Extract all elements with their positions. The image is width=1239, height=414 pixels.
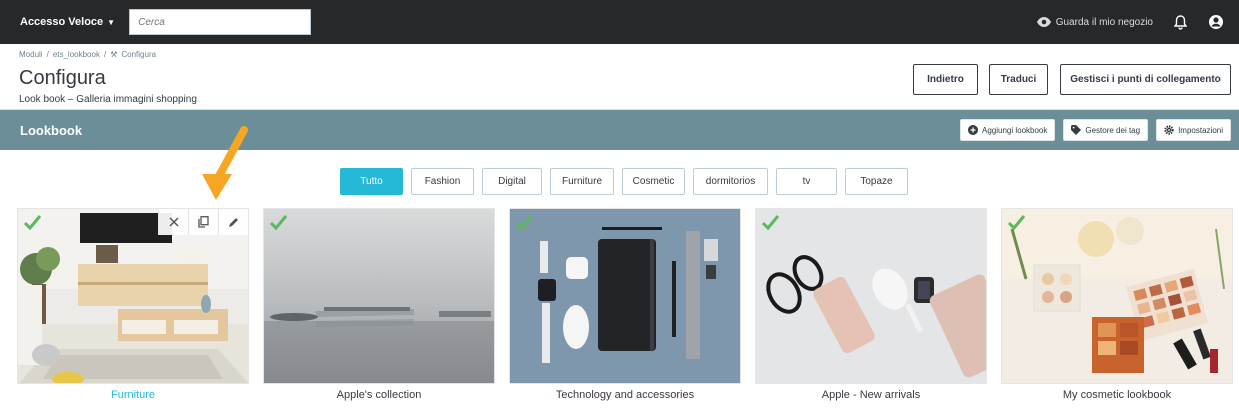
- lookbook-card[interactable]: My cosmetic lookbook: [1001, 208, 1233, 405]
- bell-icon[interactable]: [1171, 13, 1189, 31]
- duplicate-button[interactable]: [188, 209, 218, 235]
- check-icon: [269, 215, 288, 231]
- filter-tv[interactable]: tv: [776, 168, 837, 195]
- gear-icon: [1164, 125, 1174, 135]
- user-account-icon[interactable]: [1207, 13, 1225, 31]
- back-button[interactable]: Indietro: [913, 64, 978, 95]
- plus-circle-icon: [967, 125, 978, 135]
- edit-button[interactable]: [218, 209, 248, 235]
- filter-cosmetic[interactable]: Cosmetic: [622, 168, 685, 195]
- check-icon: [761, 215, 780, 231]
- card-caption[interactable]: Technology and accessories: [509, 389, 741, 405]
- card-caption[interactable]: My cosmetic lookbook: [1001, 389, 1233, 405]
- card-caption[interactable]: Apple - New arrivals: [755, 389, 987, 405]
- breadcrumb-current: Configura: [121, 50, 157, 59]
- wrench-icon: ⚒: [110, 50, 118, 59]
- tag-manager-button[interactable]: Gestore dei tag: [1063, 119, 1149, 141]
- filter-topaze[interactable]: Topaze: [845, 168, 908, 195]
- filter-dormitorios[interactable]: dormitorios: [693, 168, 768, 195]
- lookbook-card[interactable]: Technology and accessories: [509, 208, 741, 405]
- category-filters: Tutto Fashion Digital Furniture Cosmetic…: [340, 168, 908, 195]
- add-lookbook-button[interactable]: Aggiungi lookbook: [959, 119, 1056, 141]
- filter-furniture[interactable]: Furniture: [550, 168, 614, 195]
- breadcrumb-modules[interactable]: Moduli: [19, 50, 43, 59]
- eye-icon: [1036, 17, 1051, 27]
- toolbar-title: Lookbook: [20, 122, 83, 138]
- add-lookbook-label: Aggiungi lookbook: [981, 125, 1048, 135]
- breadcrumb-module[interactable]: ets_lookbook: [53, 50, 100, 59]
- card-actions: [158, 209, 248, 235]
- view-shop-link[interactable]: Guarda il mio negozio: [1036, 16, 1153, 28]
- living-room-photo[interactable]: [17, 208, 249, 384]
- filter-fashion[interactable]: Fashion: [411, 168, 474, 195]
- page-subtitle: Look book – Galleria immagini shopping: [19, 94, 197, 105]
- card-caption[interactable]: Furniture: [17, 389, 249, 405]
- check-icon: [1007, 215, 1026, 231]
- lookbook-toolbar: Lookbook Aggiungi lookbook Gestore dei t…: [0, 110, 1239, 150]
- top-navbar: Accesso Veloce ▼ Guarda il mio negozio: [0, 0, 1239, 44]
- breadcrumb: Moduli / ets_lookbook / ⚒ Configura: [19, 50, 157, 59]
- lookbook-card[interactable]: Furniture: [17, 208, 249, 405]
- search-input[interactable]: [129, 9, 312, 35]
- lookbook-card[interactable]: Apple's collection: [263, 208, 495, 405]
- check-icon: [515, 215, 534, 231]
- translate-button[interactable]: Traduci: [989, 64, 1048, 95]
- copy-icon: [198, 216, 209, 228]
- laptop-photo[interactable]: [263, 208, 495, 384]
- lookbook-card[interactable]: Apple - New arrivals: [755, 208, 987, 405]
- quick-access-label: Accesso Veloce: [20, 16, 104, 28]
- settings-label: Impostazioni: [1178, 125, 1223, 135]
- manage-links-button[interactable]: Gestisci i punti di collegamento: [1060, 64, 1231, 95]
- tech-flatlay-photo[interactable]: [509, 208, 741, 384]
- page-title: Configura: [19, 67, 106, 89]
- pencil-icon: [229, 217, 238, 227]
- card-caption[interactable]: Apple's collection: [263, 389, 495, 405]
- filter-tutto[interactable]: Tutto: [340, 168, 403, 195]
- tag-icon: [1071, 125, 1082, 135]
- view-shop-label: Guarda il mio negozio: [1055, 16, 1153, 28]
- close-icon: [168, 217, 179, 227]
- caret-down-icon: ▼: [107, 17, 116, 27]
- apple-products-photo[interactable]: [755, 208, 987, 384]
- arrow-annotation-icon: [202, 126, 248, 200]
- delete-button[interactable]: [158, 209, 188, 235]
- settings-button[interactable]: Impostazioni: [1156, 119, 1231, 141]
- filter-digital[interactable]: Digital: [482, 168, 542, 195]
- quick-access-menu[interactable]: Accesso Veloce ▼: [20, 16, 115, 28]
- tag-manager-label: Gestore dei tag: [1085, 125, 1141, 135]
- check-icon: [23, 215, 42, 231]
- cosmetics-photo[interactable]: [1001, 208, 1233, 384]
- page-header: Moduli / ets_lookbook / ⚒ Configura Conf…: [0, 44, 1239, 110]
